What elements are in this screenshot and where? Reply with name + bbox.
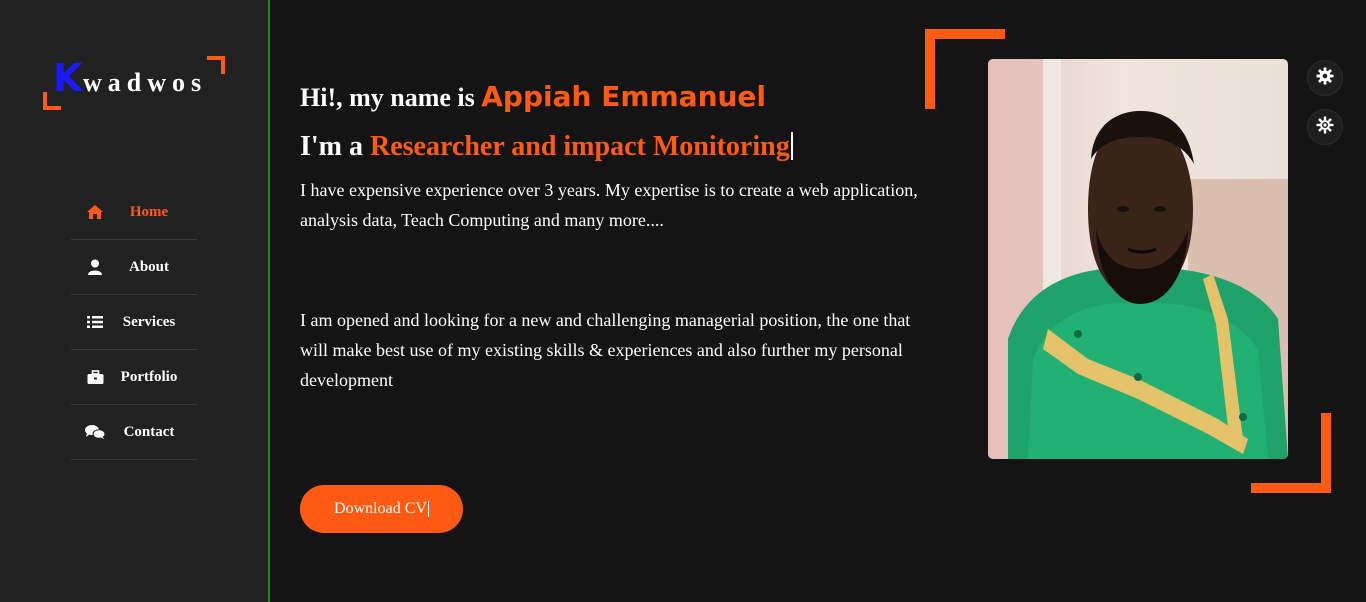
settings-toggle-button[interactable] [1307,60,1343,96]
theme-toggle-button[interactable] [1307,109,1343,145]
goal-paragraph: I am opened and looking for a new and ch… [300,310,911,390]
chat-icon [85,422,105,442]
nav-item-portfolio[interactable]: Portfolio [71,350,197,405]
logo-corner-top-right [207,56,225,74]
nav-item-label: Services [122,313,176,330]
briefcase-icon [85,367,105,387]
nav-item-services[interactable]: Services [71,295,197,350]
role-text: Researcher and impact Monitoring [370,131,790,162]
nav-item-label: Portfolio [120,368,178,385]
intro-paragraph: I have expensive experience over 3 years… [300,180,918,230]
gear-icon [1316,67,1334,90]
sidebar: K wadwos Home About Services Portfolio C… [0,0,270,602]
profile-photo [988,59,1288,459]
nav-item-label: About [128,258,169,275]
typing-caret [790,132,793,160]
main-nav: Home About Services Portfolio Contact [71,185,197,460]
home-icon [85,202,105,222]
role-prefix: I'm a [300,131,370,162]
nav-item-home[interactable]: Home [71,185,197,240]
user-icon [85,257,105,277]
logo-text: wadwos [83,68,208,97]
hero-section: Hi!, my name is Appiah Emmanuel I'm a Re… [300,80,940,395]
nav-item-label: Contact [123,423,175,440]
nav-item-about[interactable]: About [71,240,197,295]
greeting-heading: Hi!, my name is Appiah Emmanuel [300,80,940,113]
download-cv-label: Download CV [334,500,427,517]
sun-gear-icon [1316,116,1334,139]
person-name: Appiah Emmanuel [481,80,767,113]
logo[interactable]: K wadwos [43,56,225,110]
role-heading: I'm a Researcher and impact Monitoring [300,131,940,163]
list-icon [85,312,105,332]
nav-item-contact[interactable]: Contact [71,405,197,460]
greeting-prefix: Hi!, my name is [300,83,482,112]
download-cv-button[interactable]: Download CV [300,485,463,533]
nav-item-label: Home [129,203,169,220]
logo-initial: K [53,56,83,100]
text-cursor [427,501,429,517]
